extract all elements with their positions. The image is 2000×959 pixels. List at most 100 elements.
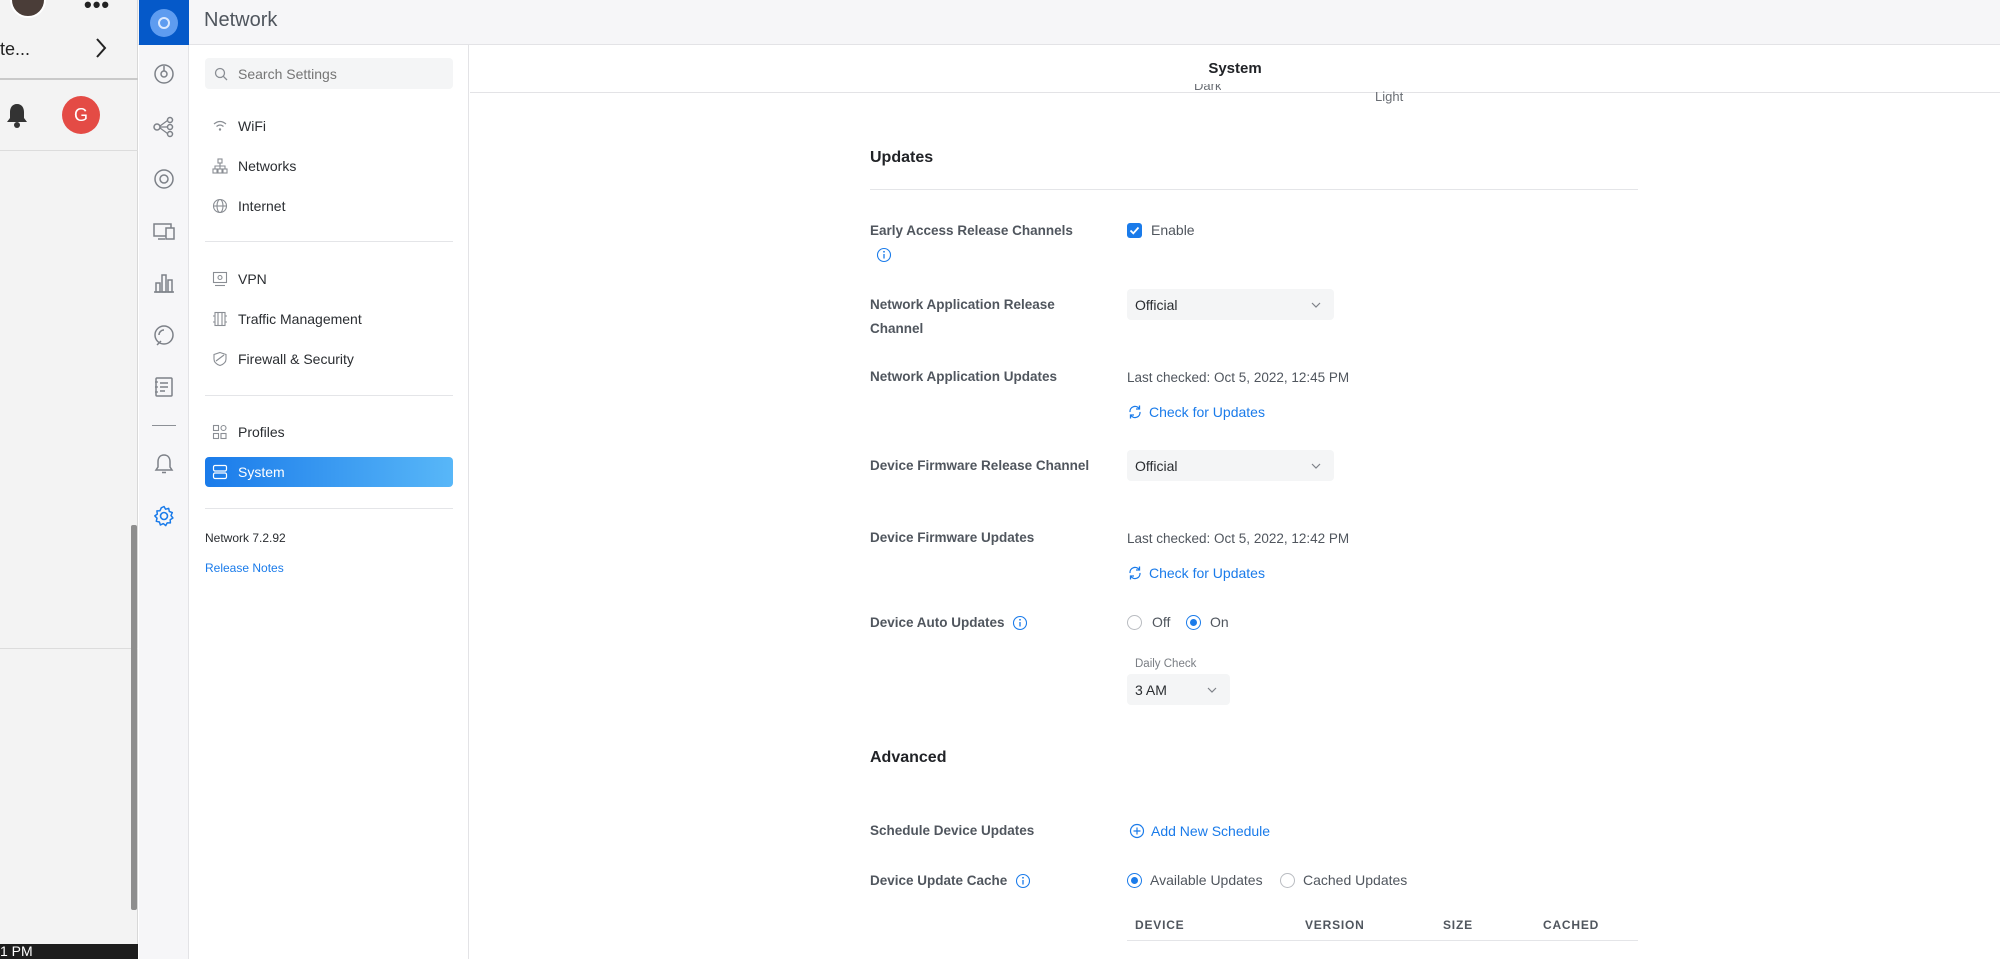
search-icon [214,67,228,80]
sidebar-item-label: System [238,464,285,480]
sidebar-item-label: Firewall & Security [238,351,354,367]
os-divider [0,648,138,649]
fw-updates-label: Device Firmware Updates [870,530,1035,545]
chevron-right-icon[interactable] [94,36,108,67]
table-header-device[interactable]: DEVICE [1135,918,1184,932]
theme-light-label[interactable]: Light [1375,89,1403,104]
insights-icon[interactable] [152,323,176,347]
statistics-icon[interactable] [152,271,176,295]
app-title: Network [204,9,278,31]
sidebar-item-system[interactable]: System [205,457,453,487]
release-notes-link[interactable]: Release Notes [205,561,284,575]
os-divider [0,78,138,80]
label-text: Device Auto Updates [870,615,1005,630]
add-new-schedule-link[interactable]: Add New Schedule [1129,823,1270,839]
chevron-down-icon [1311,463,1321,469]
sidebar-item-label: WiFi [238,118,266,134]
table-header-size[interactable]: SIZE [1443,918,1473,932]
gear-icon[interactable] [152,504,176,528]
page-title: System [1208,60,1262,77]
sidebar-item-label: Profiles [238,424,285,440]
app-release-channel-label: Network Application Release Channel [870,297,1055,336]
sidebar-item-profiles[interactable]: Profiles [205,417,453,447]
app-logo[interactable] [139,0,189,45]
app-version: Network 7.2.92 [205,531,286,545]
sidebar-item-label: Networks [238,158,297,174]
early-access-checkbox[interactable] [1127,223,1142,238]
sidebar-item-label: VPN [238,271,267,287]
system-icon [212,464,228,480]
clients-icon[interactable] [152,219,176,243]
label-text: Device Update Cache [870,873,1008,888]
bell-icon[interactable] [6,102,28,128]
app-check-for-updates-link[interactable]: Check for Updates [1127,404,1265,420]
profiles-icon [212,424,227,440]
daily-check-select[interactable]: 3 AM [1127,674,1230,705]
plus-circle-icon [1129,823,1145,839]
early-access-label: Early Access Release Channels [870,219,1090,267]
os-taskbar-clock: 1 PM [0,944,138,959]
label-text: Early Access Release Channels [870,223,1073,238]
more-icon[interactable]: ••• [84,0,110,18]
fw-check-for-updates-link[interactable]: Check for Updates [1127,565,1265,581]
sidebar-item-networks[interactable]: Networks [205,151,453,181]
cache-cached-radio[interactable] [1280,873,1295,888]
auto-updates-off-label[interactable]: Off [1152,614,1170,630]
os-divider [0,150,138,151]
sidebar-item-vpn[interactable]: VPN [205,264,453,294]
rail-divider [152,425,176,426]
table-header-cached[interactable]: CACHED [1543,918,1599,932]
sidebar-item-internet[interactable]: Internet [205,191,453,221]
topology-icon[interactable] [152,115,176,139]
vpn-icon [212,271,228,287]
logs-icon[interactable] [152,375,176,399]
early-access-checkbox-label[interactable]: Enable [1151,222,1195,238]
app-updates-last-checked: Last checked: Oct 5, 2022, 12:45 PM [1127,370,1350,385]
refresh-icon [1129,566,1141,580]
sidebar-item-firewall-security[interactable]: Firewall & Security [205,344,453,374]
os-scrollbar[interactable] [131,525,137,910]
auto-updates-on-label[interactable]: On [1210,614,1229,630]
auto-updates-on-radio[interactable] [1186,615,1201,630]
page-header: System [470,45,2000,93]
info-icon[interactable] [1012,615,1028,631]
sidebar-item-label: Traffic Management [238,311,362,327]
app-topbar [138,0,2000,45]
table-header-version[interactable]: VERSION [1305,918,1365,932]
link-text: Check for Updates [1149,404,1265,420]
table-divider [1127,940,1638,941]
cache-cached-label[interactable]: Cached Updates [1303,872,1407,888]
theme-dark-label[interactable]: Dark [1194,84,1221,94]
link-text: Add New Schedule [1151,823,1271,839]
update-cache-label: Device Update Cache [870,869,1090,893]
sidebar-item-label: Internet [238,198,286,214]
os-account-avatar[interactable]: G [62,96,100,134]
sidebar-divider [205,241,453,242]
os-side-panel [0,0,138,959]
daily-check-label: Daily Check [1135,658,1197,670]
cache-available-radio[interactable] [1127,873,1142,888]
devices-icon[interactable] [152,167,176,191]
bell-icon[interactable] [152,452,176,476]
globe-icon [212,198,228,214]
info-icon[interactable] [1015,873,1031,889]
search-input[interactable] [238,65,438,82]
section-title-advanced: Advanced [870,749,947,766]
auto-updates-off-radio[interactable] [1127,615,1142,630]
cache-available-label[interactable]: Available Updates [1150,872,1263,888]
os-app-label[interactable]: te... [0,39,30,60]
sidebar-item-traffic-management[interactable]: Traffic Management [205,304,453,334]
traffic-icon [213,311,227,327]
sidebar-divider [205,508,453,509]
select-value: Official [1135,457,1178,474]
sidebar-item-wifi[interactable]: WiFi [205,111,453,141]
dashboard-icon[interactable] [152,62,176,86]
select-value: 3 AM [1135,681,1167,698]
search-box[interactable] [205,58,453,89]
info-icon[interactable] [876,247,892,263]
link-text: Check for Updates [1149,565,1265,581]
app-release-channel-select[interactable]: Official [1127,289,1334,320]
logo-icon [150,8,178,37]
refresh-icon [1129,405,1141,419]
fw-release-channel-select[interactable]: Official [1127,450,1334,481]
